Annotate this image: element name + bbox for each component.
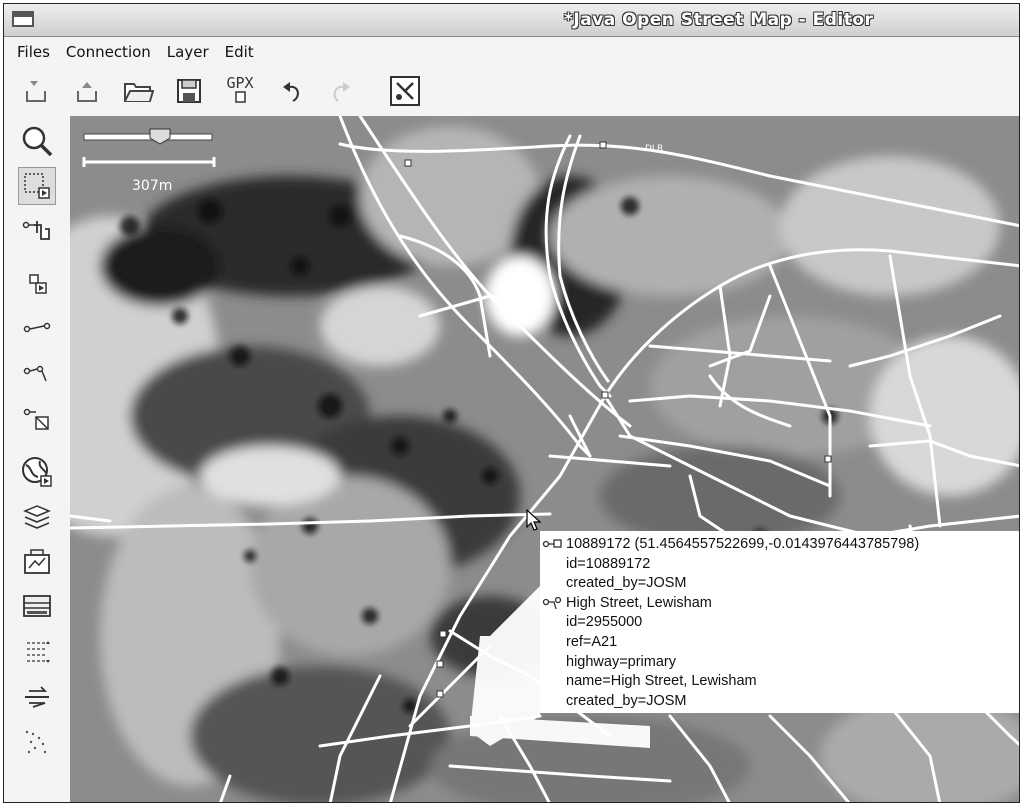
way-ref: ref=A21	[566, 633, 618, 650]
redo-icon	[333, 82, 350, 102]
menu-connection[interactable]: Connection	[66, 43, 151, 61]
tooltip-line: created_by=JOSM	[566, 574, 1019, 594]
save-icon	[177, 79, 201, 103]
layers-tool[interactable]	[18, 498, 56, 536]
mapmode-tool[interactable]	[18, 453, 56, 491]
upload-button[interactable]	[69, 73, 105, 109]
way-title: High Street, Lewisham	[566, 594, 712, 611]
node-id: id=10889172	[566, 555, 651, 572]
conflict-icon	[23, 595, 51, 617]
align-tool[interactable]	[18, 678, 56, 716]
scale-zoom-control[interactable]: 307m	[82, 124, 216, 194]
properties-tool[interactable]	[18, 543, 56, 581]
add-way-tool[interactable]	[18, 355, 56, 393]
scale-bar	[82, 157, 216, 167]
preferences-icon	[390, 76, 420, 106]
tooltip-line: name=High Street, Lewisham	[566, 672, 1019, 692]
menu-files[interactable]: Files	[17, 43, 50, 61]
conflict-tool[interactable]	[18, 588, 56, 626]
list-tool[interactable]	[18, 633, 56, 671]
toolbar: GPX	[4, 66, 1019, 116]
add-way-icon	[23, 365, 47, 382]
title-bar[interactable]: *Java Open Street Map - Editor	[4, 4, 1019, 37]
scale-label: 307m	[132, 178, 173, 194]
node-created-by: created_by=JOSM	[566, 575, 687, 592]
zoom-icon	[22, 126, 53, 157]
tooltip-line: highway=primary	[566, 653, 1019, 673]
mapmode-icon	[22, 457, 52, 487]
menu-layer[interactable]: Layer	[167, 43, 209, 61]
menu-bar: Files Connection Layer Edit	[4, 38, 1019, 66]
way-name: name=High Street, Lewisham	[566, 673, 757, 690]
zoom-tool[interactable]	[18, 122, 56, 160]
move-icon	[22, 221, 50, 240]
properties-icon	[24, 549, 50, 574]
zoom-slider-thumb[interactable]	[149, 128, 171, 145]
gpx-export-icon: GPX	[226, 76, 254, 106]
open-folder-icon	[124, 83, 154, 102]
undo-icon	[283, 82, 299, 102]
add-node-icon	[29, 274, 47, 294]
tooltip-line: ref=A21	[566, 633, 1019, 653]
download-icon	[26, 81, 46, 102]
tooltip-line: id=10889172	[566, 555, 1019, 575]
tooltip-line: created_by=JOSM	[566, 692, 1019, 712]
download-button[interactable]	[18, 73, 54, 109]
gps-tool[interactable]	[18, 723, 56, 761]
way-id: id=2955000	[566, 614, 643, 631]
upload-icon	[77, 82, 97, 102]
add-segment-tool[interactable]	[18, 310, 56, 348]
align-icon	[25, 686, 49, 708]
list-icon	[27, 641, 50, 663]
add-node-tool[interactable]	[18, 265, 56, 303]
tooltip-line: id=2955000	[566, 613, 1019, 633]
add-area-icon	[23, 408, 49, 430]
select-tool[interactable]	[18, 167, 56, 205]
preferences-button[interactable]	[387, 73, 423, 109]
node-icon	[542, 539, 562, 548]
way-created-by: created_by=JOSM	[566, 692, 687, 709]
tooltip-line: 10889172 (51.4564557522699,-0.0143976443…	[542, 535, 1019, 555]
select-icon	[24, 173, 50, 199]
add-area-tool[interactable]	[18, 400, 56, 438]
gpx-export-button[interactable]: GPX	[222, 73, 258, 109]
move-tool[interactable]	[18, 212, 56, 250]
mouse-cursor-icon	[526, 509, 542, 531]
undo-button[interactable]	[273, 73, 309, 109]
road-label: DLR	[645, 144, 663, 154]
save-button[interactable]	[171, 73, 207, 109]
object-info-tooltip: 10889172 (51.4564557522699,-0.0143976443…	[540, 531, 1019, 713]
gps-icon	[25, 730, 47, 754]
redo-button[interactable]	[324, 73, 360, 109]
layers-icon	[23, 505, 51, 529]
window-menu-icon[interactable]	[12, 11, 34, 27]
tooltip-line: High Street, Lewisham	[542, 594, 1019, 614]
menu-edit[interactable]: Edit	[225, 43, 254, 61]
window-title: *Java Open Street Map - Editor	[564, 10, 874, 30]
tool-sidebar	[4, 116, 70, 802]
node-title: 10889172 (51.4564557522699,-0.0143976443…	[566, 536, 920, 552]
way-highway: highway=primary	[566, 653, 677, 670]
segment-icon	[542, 596, 562, 609]
add-segment-icon	[23, 322, 51, 333]
open-button[interactable]	[120, 73, 156, 109]
app-window: *Java Open Street Map - Editor Files Con…	[3, 3, 1020, 803]
map-view[interactable]: DLR 307m 10889172 (51.4564557522699,-0.0…	[70, 116, 1019, 802]
